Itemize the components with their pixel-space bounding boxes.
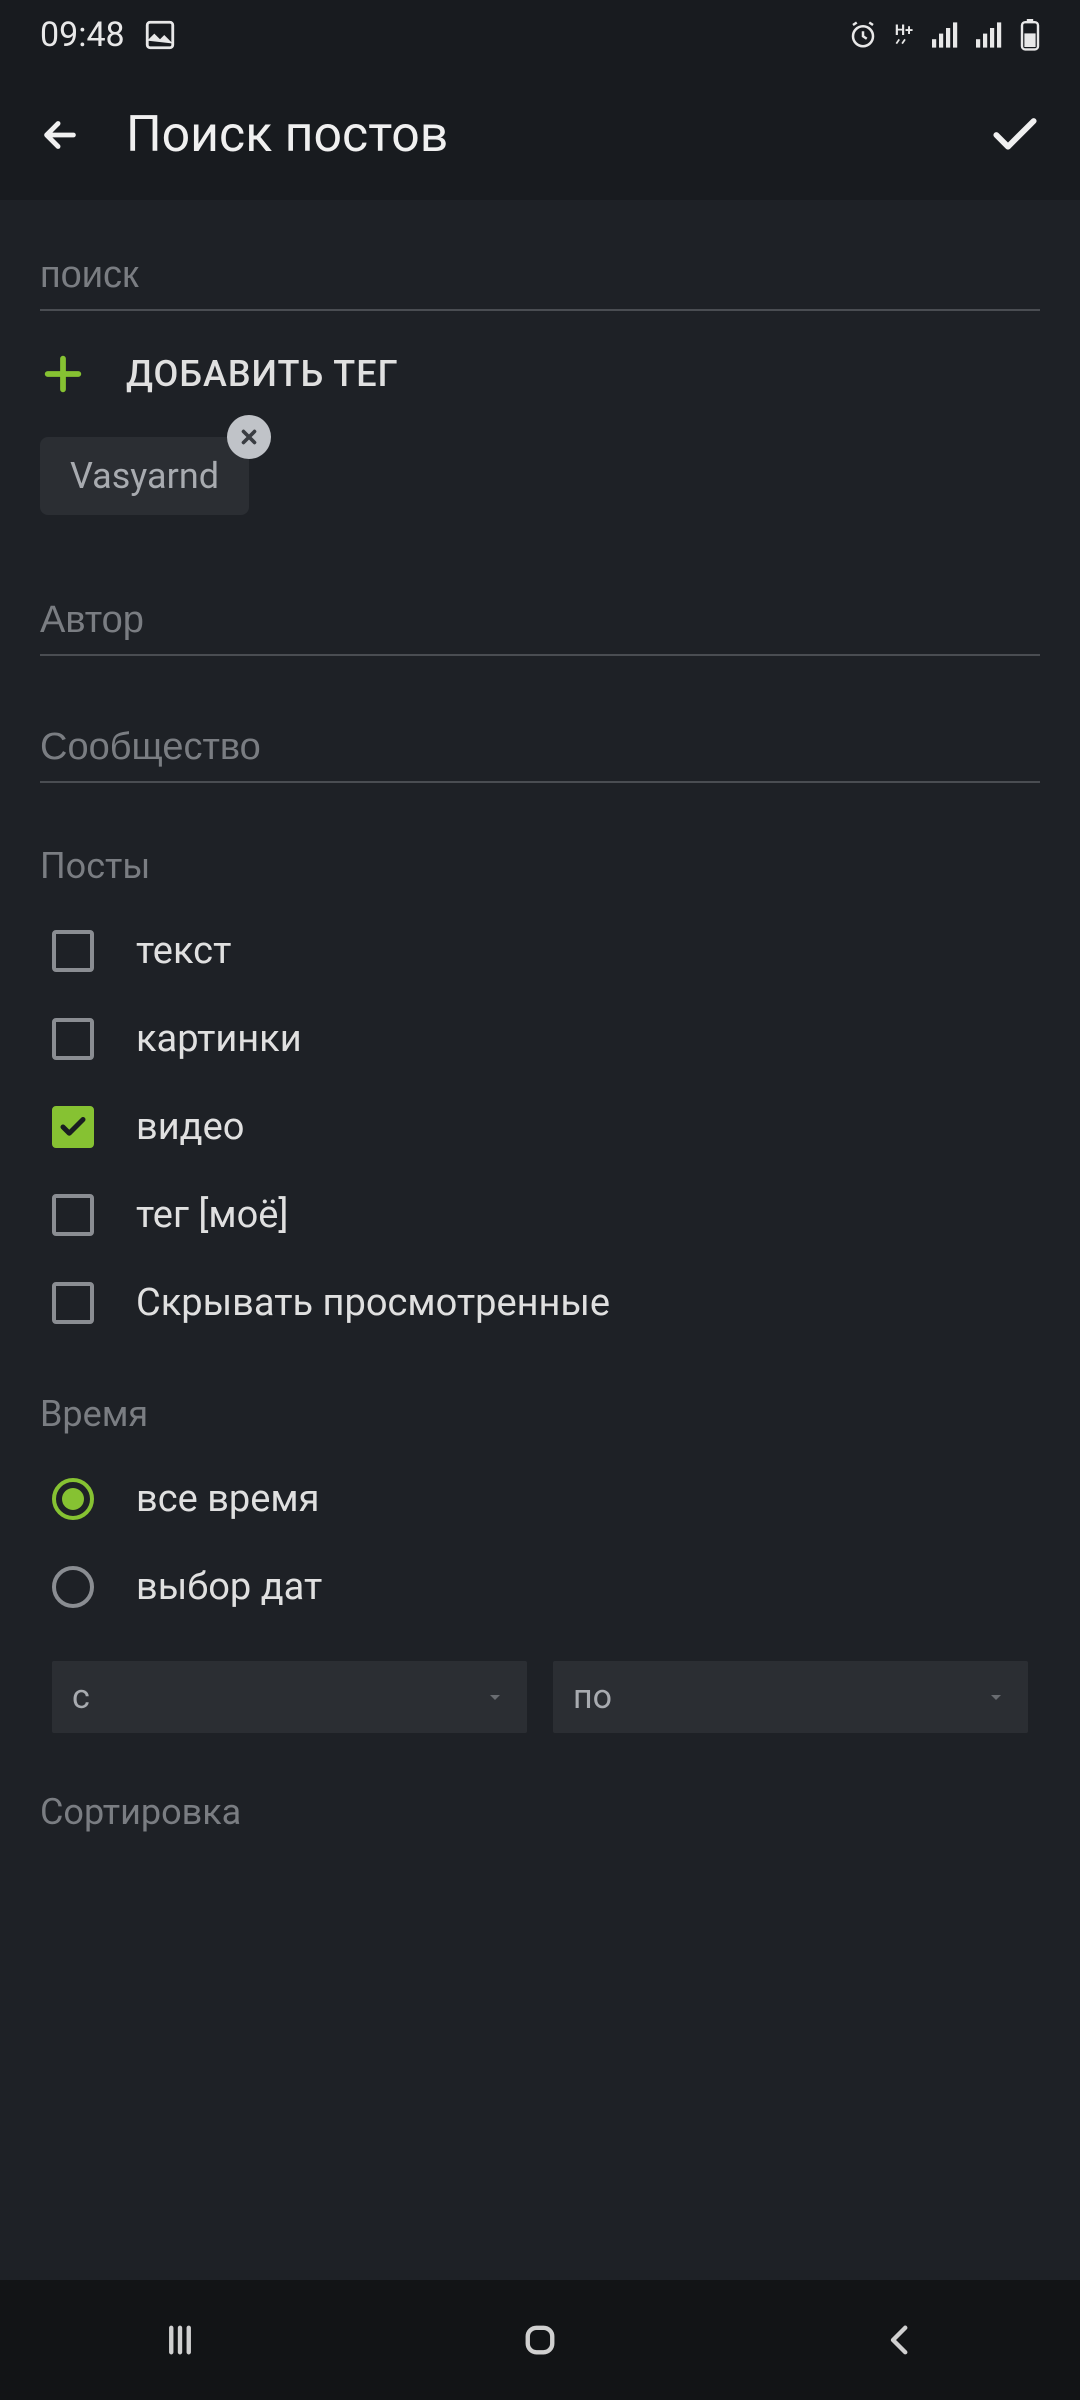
checkbox-label: картинки [136,1017,302,1061]
date-range-row: с по [40,1661,1040,1733]
close-icon [238,426,260,448]
radio-icon [52,1566,94,1608]
tag-chip[interactable]: Vasyarnd [40,437,249,515]
plus-icon [40,351,86,397]
tag-remove-button[interactable] [227,415,271,459]
svg-text:H+: H+ [895,22,913,39]
radio-icon [52,1478,94,1520]
posts-heading: Посты [40,845,1040,887]
date-from-select[interactable]: с [52,1661,527,1733]
system-nav-bar [0,2280,1080,2400]
radio-all-time[interactable]: все время [40,1455,1040,1543]
network-icon: H+ [894,22,916,48]
date-from-label: с [72,1677,90,1717]
date-to-select[interactable]: по [553,1661,1028,1733]
posts-section: Посты текст картинки видео тег [моё] [40,799,1040,1347]
sort-heading: Сортировка [40,1791,1040,1833]
checkbox-icon [52,1106,94,1148]
checkbox-text[interactable]: текст [40,907,1040,995]
app-bar: Поиск постов [0,70,1080,200]
date-to-label: по [573,1677,612,1717]
checkbox-icon [52,1282,94,1324]
radio-label: все время [136,1477,319,1521]
signal-icon [932,22,960,48]
search-input[interactable] [40,240,1040,311]
radio-label: выбор дат [136,1565,322,1609]
checkbox-hide-viewed[interactable]: Скрывать просмотренные [40,1259,1040,1347]
dropdown-icon [483,1685,507,1709]
status-time: 09:48 [40,15,125,55]
nav-back-button[interactable] [800,2300,1000,2380]
checkbox-icon [52,1194,94,1236]
checkbox-pictures[interactable]: картинки [40,995,1040,1083]
checkbox-icon [52,1018,94,1060]
dropdown-icon [984,1685,1008,1709]
community-input[interactable] [40,712,1040,783]
check-icon [987,107,1043,163]
checkbox-video[interactable]: видео [40,1083,1040,1171]
status-bar: 09:48 H+ [0,0,1080,70]
content: ДОБАВИТЬ ТЕГ Vasyarnd Посты текст картин… [0,200,1080,2280]
checkbox-tag-mine[interactable]: тег [моё] [40,1171,1040,1259]
checkbox-icon [52,930,94,972]
nav-home-button[interactable] [440,2300,640,2380]
time-section: Время все время выбор дат с по [40,1393,1040,1733]
sort-section: Сортировка [40,1791,1040,1833]
tag-chip-label: Vasyarnd [70,455,219,497]
checkbox-label: тег [моё] [136,1193,288,1237]
battery-icon [1020,19,1040,51]
signal-icon-2 [976,22,1004,48]
checkbox-label: текст [136,929,231,973]
arrow-left-icon [37,112,83,158]
tag-chips: Vasyarnd [40,437,1040,515]
recents-icon [159,2319,201,2361]
alarm-icon [848,20,878,50]
picture-icon [143,18,177,52]
author-input[interactable] [40,585,1040,656]
home-icon [519,2319,561,2361]
status-left: 09:48 [40,15,177,55]
page-title: Поиск постов [126,106,980,164]
add-tag-label: ДОБАВИТЬ ТЕГ [126,353,399,395]
status-right: H+ [848,19,1040,51]
confirm-button[interactable] [980,100,1050,170]
radio-date-range[interactable]: выбор дат [40,1543,1040,1631]
add-tag-button[interactable]: ДОБАВИТЬ ТЕГ [40,351,1040,397]
time-heading: Время [40,1393,1040,1435]
checkbox-label: Скрывать просмотренные [136,1281,610,1325]
checkbox-label: видео [136,1105,244,1149]
back-button[interactable] [30,105,90,165]
nav-recents-button[interactable] [80,2300,280,2380]
chevron-left-icon [879,2319,921,2361]
